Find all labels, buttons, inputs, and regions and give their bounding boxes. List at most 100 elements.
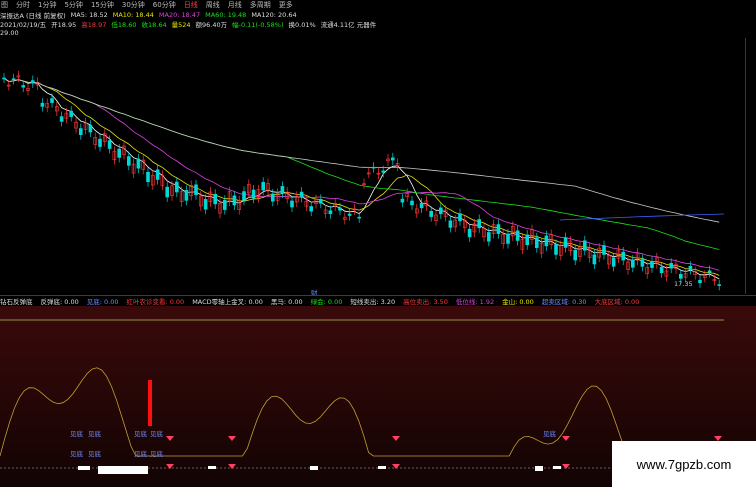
candle-body [554,244,558,255]
candle-body [630,259,635,268]
candle-body [525,234,530,246]
tab-5[interactable]: 30分钟 [121,0,146,10]
signal-label: 见底 [150,450,163,458]
candle-body [136,158,141,169]
signal-block [553,466,561,469]
tab-7[interactable]: 日线 [183,0,199,10]
ma5-value: MA5: 18.52 [70,10,108,19]
indicator-name[interactable]: 钻石反弹底 [0,296,33,306]
candle-body [688,265,693,270]
tab-6[interactable]: 60分钟 [152,0,177,10]
ma120-value: MA120: 20.64 [251,10,297,19]
candle-body [371,166,376,169]
candle-body [165,186,169,198]
signal-block [208,466,216,469]
quote-info-row: 2021/02/19/五 开18.95 高18.97 低18.60 收18.64… [0,19,377,29]
candle-body [563,237,568,248]
signal-block [78,466,90,470]
ma10-line [3,77,720,276]
top-price-row: 29.00 [0,28,19,37]
signal-label: 见底 [88,450,101,458]
candle-body [582,240,587,251]
candlestick-chart[interactable] [0,38,756,294]
ma60-line [3,77,720,250]
candle-body [251,189,256,199]
candle-body [477,219,482,229]
ma5-line [3,77,720,280]
signal-block [98,466,148,474]
candle-body [21,85,26,88]
indicator-macd: MACD零轴上金叉: 0.00 [192,297,263,306]
quote-volume: 量524 [171,20,191,29]
candle-body [506,233,510,244]
indicator-low-line: 低位线: 1.92 [455,297,495,306]
candle-body [2,77,6,80]
candle-body [98,138,102,147]
candle-body [534,237,539,248]
candle-body [698,279,702,284]
candle-body [419,202,424,209]
tab-11[interactable]: 更多 [278,0,294,10]
quote-date: 2021/02/19/五 [0,20,47,29]
quote-open: 开18.95 [51,20,77,29]
quote-close: 收18.64 [141,20,167,29]
signal-label: 见底 [70,450,83,458]
tab-0[interactable]: 图 [0,0,9,10]
candle-body [707,270,712,273]
candle-body [390,157,395,161]
candle-body [50,98,54,103]
tab-2[interactable]: 1分钟 [37,0,57,10]
candle-body [467,228,472,238]
tab-4[interactable]: 15分钟 [90,0,115,10]
low-price-label: 17.35 [674,280,693,288]
candle-body [438,207,443,215]
tab-1[interactable]: 分时 [15,0,31,10]
candle-body [69,110,73,117]
candle-body [429,210,434,217]
quote-high: 高18.97 [81,20,107,29]
quote-change: 幅-0.11(-0.58%) [232,20,284,29]
indicator-high-sell: 高位卖出: 3.50 [403,297,448,306]
quote-circulation: 流通4.11亿 元器件 [320,20,377,29]
candle-body [59,116,64,122]
ma10-value: MA10: 18.44 [112,10,154,19]
candle-body [155,169,160,180]
price-axis[interactable] [745,38,756,294]
candle-body [400,198,405,203]
candle-body [448,220,453,228]
candle-body [117,148,121,158]
candle-body [261,181,266,191]
tab-8[interactable]: 周线 [205,0,221,10]
quote-amount: 额96.40万 [195,20,228,29]
candle-body [659,266,664,274]
ma60-value: MA60: 19.48 [205,10,247,19]
tab-10[interactable]: 多周期 [249,0,272,10]
tab-3[interactable]: 5分钟 [63,0,83,10]
candle-body [318,199,323,204]
candle-body [223,199,227,210]
candle-body [184,190,189,201]
indicator-header: 钻石反弹底 反弹底: 0.00 见底: 0.00 红叶农诊变看: 0.00 MA… [0,296,756,306]
candle-body [127,156,131,166]
tab-9[interactable]: 月线 [227,0,243,10]
watermark: www.7gpzb.com [612,441,756,487]
candle-body [290,200,294,208]
candle-body [299,191,304,198]
signal-block [310,466,318,470]
ma20-line [3,77,720,271]
candle-body [107,140,112,149]
candle-body [640,259,645,267]
candle-body [79,128,83,135]
indicator-big-bottom: 大底区域: 0.00 [594,297,640,306]
candle-body [347,213,352,216]
candle-body [592,254,597,265]
signal-label: 见底 [88,430,101,438]
candle-body [410,200,414,206]
candle-body [381,170,386,173]
candle-body [458,213,462,222]
candle-body [338,207,342,211]
candle-body [650,261,654,268]
candle-body [11,78,16,81]
candle-body [669,263,674,269]
candle-body [213,193,217,205]
